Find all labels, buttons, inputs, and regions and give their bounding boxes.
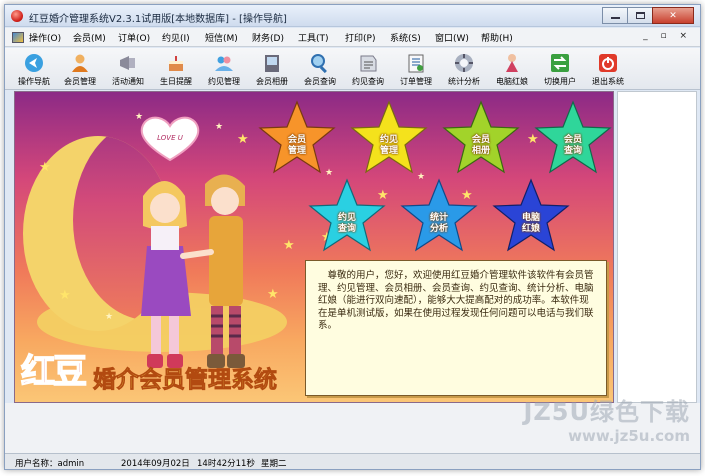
heart-text: LOVE U [157,134,183,142]
title-bar: 红豆婚介管理系统V2.3.1试用版[本地数据库] - [操作导航] ✕ [5,5,700,27]
switch-user-icon [551,54,569,72]
power-icon [599,54,617,72]
menu-bar: 操作(O) 会员(M) 订单(O) 约见(I) 短信(M) 财务(D) 工具(T… [5,28,700,47]
welcome-panel: 尊敬的用户，您好，欢迎使用红豆婚介管理软件该软件有会员管理、约见管理、会员相册、… [305,260,607,396]
menu-operate[interactable]: 操作(O) [29,31,61,44]
decor-star: ★ [59,288,71,303]
star-meeting-search-button[interactable]: 约见 查询 [307,178,387,254]
decor-star: ★ [39,160,51,175]
welcome-text: 尊敬的用户，您好，欢迎使用红豆婚介管理软件该软件有会员管理、约见管理、会员相册、… [318,270,594,331]
star-member-search-button[interactable]: 会员 查询 [533,100,613,176]
toolbar-member-button[interactable]: 会员管理 [57,50,103,88]
red-bean-app-icon [11,10,23,22]
status-weekday: 星期二 [261,459,287,469]
star-statistics-button[interactable]: 统计 分析 [399,178,479,254]
toolbar-birthday-button[interactable]: 生日提醒 [153,50,199,88]
member-icon [72,54,88,72]
decor-star: ★ [283,238,295,253]
decor-star: ★ [105,312,114,322]
maximize-button[interactable] [627,7,653,24]
toolbar-statistics-button[interactable]: 统计分析 [441,50,487,88]
maximize-icon [635,12,645,19]
decor-star: ★ [237,132,249,147]
menu-help[interactable]: 帮助(H) [481,31,513,44]
toolbar-meeting-button[interactable]: 约见管理 [201,50,247,88]
status-bar: 用户名称：admin 2014年09月02日 14时42分11秒 星期二 [5,453,700,469]
decor-star: ★ [267,287,279,302]
album-icon [265,55,279,72]
toolbar-switch-user-button[interactable]: 切换用户 [537,50,583,88]
side-blank-pane [617,91,697,403]
matchmaker-icon [506,54,518,72]
toolbar-member-search-button[interactable]: 会员查询 [297,50,343,88]
menu-finance[interactable]: 财务(D) [252,31,284,44]
menu-tools[interactable]: 工具(T) [298,31,329,44]
toolbar-album-button[interactable]: 会员相册 [249,50,295,88]
menu-member[interactable]: 会员(M) [73,31,106,44]
decor-star: ★ [135,112,144,122]
mdi-child-icon [12,32,24,43]
status-time: 14时42分11秒 [197,459,255,469]
birthday-icon [169,56,183,71]
navigation-panel: LOVE U ★ ★ ★ ★ ★ ★ ★ ★ ★ ★ ★ ★ ★ ★ 会员 管理… [14,91,614,403]
menu-print[interactable]: 打印(P) [345,31,375,44]
toolbar-matchmaker-button[interactable]: 电脑红娘 [489,50,535,88]
star-matchmaker-button[interactable]: 电脑 红娘 [491,178,571,254]
watermark: JZ5U绿色下载 www.jz5u.com [523,392,690,445]
menu-window[interactable]: 窗口(W) [435,31,469,44]
star-label: 会员 查询 [563,135,582,156]
status-date: 2014年09月02日 [121,459,190,469]
toolbar-announcement-button[interactable]: 活动通知 [105,50,151,88]
app-window: 红豆婚介管理系统V2.3.1试用版[本地数据库] - [操作导航] ✕ 操作(O… [4,4,701,470]
star-label: 约见 查询 [337,213,356,234]
couple-illustration-icon [141,174,245,368]
announcement-icon [120,56,135,70]
toolbar-meeting-search-button[interactable]: 约见查询 [345,50,391,88]
statistics-icon [455,54,473,72]
star-member-album-button[interactable]: 会员 相册 [441,100,521,176]
star-meeting-manage-button[interactable]: 约见 管理 [349,100,429,176]
order-icon [408,54,424,73]
close-button[interactable]: ✕ [652,7,694,24]
watermark-url: www.jz5u.com [568,427,690,445]
star-label: 约见 管理 [379,135,398,156]
toolbar-exit-button[interactable]: 退出系统 [585,50,631,88]
toolbar-label: 退出系统 [592,77,624,86]
star-label: 电脑 红娘 [521,213,540,234]
meeting-icon [215,56,233,71]
close-icon: ✕ [669,10,677,21]
menu-meeting[interactable]: 约见(I) [162,31,190,44]
watermark-logo-text: JZ5U绿色下载 [523,398,690,426]
star-label: 统计 分析 [429,213,448,234]
menu-system[interactable]: 系统(S) [390,31,421,44]
window-title: 红豆婚介管理系统V2.3.1试用版[本地数据库] - [操作导航] [29,14,287,25]
navigation-icon [25,54,43,72]
toolbar-order-button[interactable]: 订单管理 [393,50,439,88]
minimize-button[interactable] [602,7,628,24]
mdi-window-controls[interactable]: _ ▫ × [643,31,692,41]
toolbar: 操作导航 会员管理 活动通知 生日提醒 约见管理 会员相册 会员查询 约见查询 [5,48,700,90]
status-user: 用户名称：admin [15,459,85,469]
meeting-search-icon [360,55,377,72]
star-member-manage-button[interactable]: 会员 管理 [257,100,337,176]
brand-subtitle: 婚介会员管理系统 [93,366,278,394]
member-search-icon [311,54,327,74]
minimize-icon [610,17,620,19]
window-controls: ✕ [602,7,694,24]
decor-star: ★ [215,122,224,132]
star-label: 会员 相册 [471,135,490,156]
menu-order[interactable]: 订单(O) [118,31,150,44]
brand-name: 红豆 [20,351,88,393]
menu-sms[interactable]: 短信(M) [205,31,238,44]
star-label: 会员 管理 [287,135,306,156]
